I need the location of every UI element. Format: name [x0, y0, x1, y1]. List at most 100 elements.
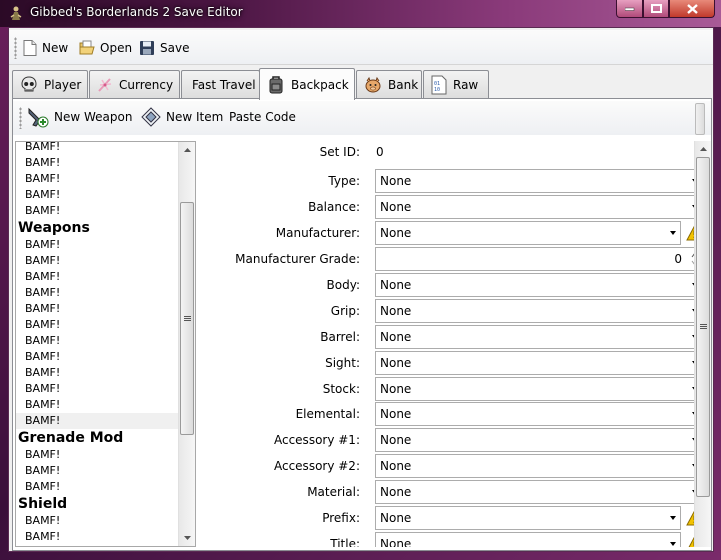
accessory2-dropdown[interactable]: None [375, 454, 703, 478]
elemental-label: Elemental: [295, 407, 360, 421]
item-properties-form: Set ID: 0 Type: None Balance: None Manuf… [199, 141, 711, 547]
manufacturer-grade-stepper[interactable]: 0 [375, 247, 703, 271]
tab-backpack-label: Backpack [291, 77, 349, 92]
list-item[interactable]: BAMF! [16, 269, 178, 285]
tab-currency[interactable]: Currency [89, 70, 180, 99]
list-item[interactable]: BAMF! [16, 301, 178, 317]
type-dropdown[interactable]: None [375, 169, 703, 193]
list-item[interactable]: BAMF! [16, 317, 178, 333]
title-dropdown[interactable]: None [375, 532, 681, 547]
list-item[interactable]: BAMF! [16, 397, 178, 413]
item-list[interactable]: BAMF! BAMF! BAMF! BAMF! BAMF! Weapons BA… [15, 141, 196, 547]
save-button[interactable]: Save [139, 38, 189, 58]
close-button[interactable] [669, 0, 715, 18]
close-icon [686, 3, 698, 14]
open-button[interactable]: Open [79, 38, 132, 58]
list-item[interactable]: BAMF! [16, 237, 178, 253]
list-item[interactable]: BAMF! [16, 365, 178, 381]
list-item[interactable]: BAMF! [16, 142, 178, 155]
list-item[interactable]: BAMF! [16, 187, 178, 203]
barrel-row: Barrel: None [199, 325, 703, 349]
raw-data-icon: 01 10 [431, 75, 447, 95]
new-item-label: New Item [166, 110, 224, 124]
form-scroll-thumb[interactable] [696, 157, 710, 497]
stock-label: Stock: [322, 382, 360, 396]
type-dropdown-value: None [380, 174, 412, 188]
list-item-selected[interactable]: BAMF! [16, 413, 178, 429]
group-header-shield: Shield [18, 496, 68, 512]
list-item[interactable]: BAMF! [16, 333, 178, 349]
toolbar-overflow-handle[interactable] [695, 103, 705, 135]
balance-dropdown-value: None [380, 200, 412, 214]
tab-raw[interactable]: 01 10 Raw [423, 70, 489, 99]
paste-code-button[interactable]: Paste Code [229, 107, 296, 127]
elemental-dropdown[interactable]: None [375, 402, 703, 426]
tab-strip: Player Currency Fast Travel Backpack Ban… [12, 68, 712, 100]
sight-row: Sight: None [199, 351, 703, 375]
list-item[interactable]: BAMF! [16, 381, 178, 397]
material-dropdown-value: None [380, 485, 412, 499]
backpack-panel: New Weapon New Item Paste Code BAMF! BAM… [12, 98, 712, 551]
sight-dropdown-value: None [380, 356, 412, 370]
scroll-down-button[interactable] [179, 530, 195, 546]
bank-icon [365, 76, 381, 93]
body-dropdown-value: None [380, 278, 412, 292]
scroll-up-icon [183, 148, 191, 152]
new-item-button[interactable]: New Item [141, 107, 223, 127]
tab-player-label: Player [44, 78, 82, 92]
grip-dropdown-value: None [380, 304, 412, 318]
list-item[interactable]: BAMF! [16, 513, 178, 529]
accessory1-dropdown[interactable]: None [375, 428, 703, 452]
list-item[interactable]: BAMF! [16, 349, 178, 365]
list-item[interactable]: BAMF! [16, 463, 178, 479]
form-scroll-up-button[interactable] [695, 141, 711, 157]
balance-dropdown[interactable]: None [375, 195, 703, 219]
skull-icon [21, 76, 37, 92]
form-scrollbar[interactable] [694, 141, 711, 547]
tab-fast-travel[interactable]: Fast Travel [181, 70, 260, 99]
stock-dropdown[interactable]: None [375, 377, 703, 401]
body-row: Body: None [199, 273, 703, 297]
prefix-dropdown[interactable]: None [375, 506, 681, 530]
list-item[interactable]: BAMF! [16, 285, 178, 301]
manufacturer-dropdown[interactable]: None [375, 221, 681, 245]
item-list-scroll-thumb[interactable] [180, 202, 194, 435]
list-item[interactable]: BAMF! [16, 253, 178, 269]
tab-player[interactable]: Player [12, 70, 88, 99]
barrel-dropdown[interactable]: None [375, 325, 703, 349]
maximize-icon [650, 4, 662, 13]
list-item[interactable]: BAMF! [16, 203, 178, 219]
manufacturer-row: Manufacturer: None [199, 221, 703, 245]
grip-dropdown[interactable]: None [375, 299, 703, 323]
tab-backpack[interactable]: Backpack [259, 68, 355, 100]
sight-dropdown[interactable]: None [375, 351, 703, 375]
accessory1-dropdown-value: None [380, 433, 412, 447]
item-list-scrollbar[interactable] [178, 142, 195, 546]
chevron-down-icon [670, 542, 676, 546]
list-item[interactable]: BAMF! [16, 447, 178, 463]
balance-row: Balance: None [199, 195, 703, 219]
tab-currency-label: Currency [119, 78, 174, 92]
toolbar-grip[interactable] [14, 37, 17, 59]
manufacturer-grade-label: Manufacturer Grade: [235, 252, 360, 266]
prefix-dropdown-value: None [380, 511, 412, 525]
material-row: Material: None [199, 480, 703, 504]
barrel-dropdown-value: None [380, 330, 412, 344]
maximize-button[interactable] [643, 0, 669, 18]
material-dropdown[interactable]: None [375, 480, 703, 504]
list-item[interactable]: BAMF! [16, 479, 178, 495]
tab-bank[interactable]: Bank [356, 70, 422, 99]
list-item[interactable]: BAMF! [16, 529, 178, 545]
backpack-icon [269, 75, 283, 93]
scroll-up-button[interactable] [179, 142, 195, 158]
list-item[interactable]: BAMF! [16, 171, 178, 187]
minimize-button[interactable] [616, 0, 643, 18]
list-item[interactable]: BAMF! [16, 155, 178, 171]
backpack-toolbar-grip[interactable] [19, 107, 22, 129]
paste-code-label: Paste Code [229, 110, 296, 124]
new-weapon-button[interactable]: New Weapon [27, 107, 132, 128]
body-dropdown[interactable]: None [375, 273, 703, 297]
accessory1-row: Accessory #1: None [199, 428, 703, 452]
new-button[interactable]: New [23, 38, 68, 58]
prefix-label: Prefix: [322, 511, 360, 525]
